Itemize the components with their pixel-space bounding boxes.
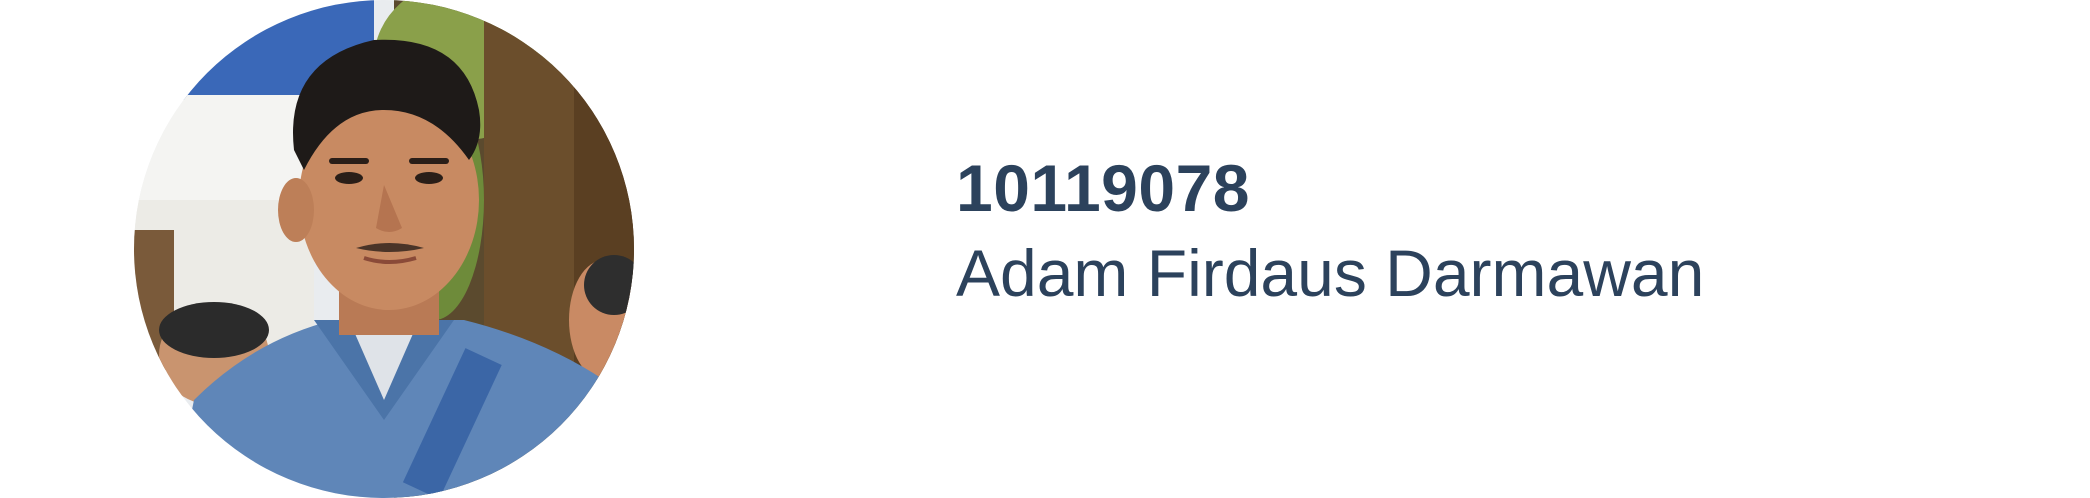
profile-photo-icon <box>134 0 634 498</box>
student-id: 10119078 <box>956 151 1251 225</box>
avatar <box>134 0 634 498</box>
profile-info: 10119078 Adam Firdaus Darmawan <box>956 148 1704 318</box>
profile-card: 10119078 Adam Firdaus Darmawan <box>0 0 2090 498</box>
student-name: Adam Firdaus Darmawan <box>956 236 1705 310</box>
